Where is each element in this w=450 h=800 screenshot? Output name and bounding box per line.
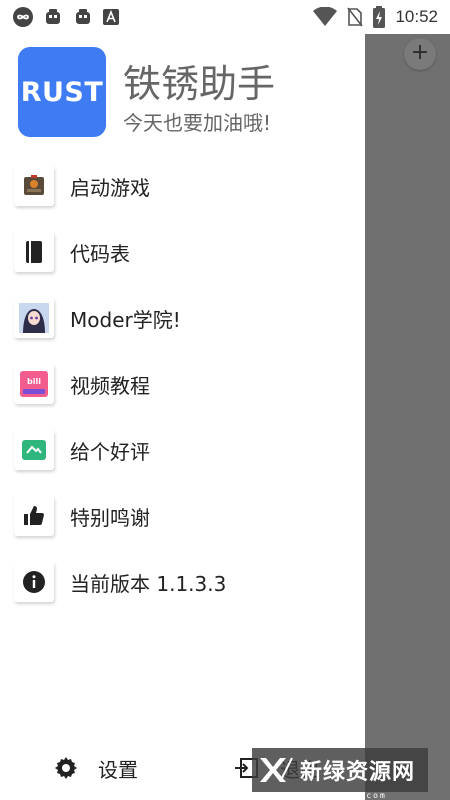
menu-item-label: 代码表 <box>70 241 130 266</box>
menu-item-label: Moder学院! <box>70 307 181 332</box>
svg-text:bili: bili <box>27 377 41 386</box>
menu-item-thanks[interactable]: 特别鸣谢 <box>0 488 365 544</box>
navigation-drawer: RUST 铁锈助手 今天也要加油哦! 启动游戏 代码表 Moder学院! bil… <box>0 34 365 800</box>
app-logo: RUST <box>18 47 106 137</box>
menu-item-label: 给个好评 <box>70 439 150 464</box>
battery-charging-icon <box>373 6 386 28</box>
menu-item-label: 当前版本 1.1.3.3 <box>70 571 227 596</box>
menu-item-moder-academy[interactable]: Moder学院! <box>0 290 365 346</box>
gear-icon <box>46 748 86 788</box>
info-icon <box>14 562 54 602</box>
anime-avatar-icon <box>14 298 54 338</box>
watermark-logo-icon <box>260 757 293 782</box>
menu-item-label: 特别鸣谢 <box>70 505 150 530</box>
menu-item-label: 视频教程 <box>70 373 150 398</box>
bug-icon <box>72 6 94 28</box>
menu-item-version[interactable]: 当前版本 1.1.3.3 <box>0 554 365 610</box>
clock: 10:52 <box>395 7 438 26</box>
menu-item-rate[interactable]: 给个好评 <box>0 422 365 478</box>
watermark-text: 新绿资源网 <box>300 760 416 785</box>
book-icon <box>14 232 54 272</box>
status-bar: 10:52 <box>0 0 450 34</box>
no-sim-icon <box>347 7 364 27</box>
settings-button[interactable]: 设置 <box>46 746 138 790</box>
rate-app-icon <box>14 430 54 470</box>
menu-item-launch-game[interactable]: 启动游戏 <box>0 158 365 214</box>
add-button[interactable]: + <box>404 38 436 70</box>
drawer-header: RUST 铁锈助手 今天也要加油哦! <box>18 47 358 137</box>
game-launch-icon <box>14 166 54 206</box>
thumbs-up-icon <box>14 496 54 536</box>
app-title: 铁锈助手 <box>123 62 276 106</box>
logo-text: RUST <box>20 76 104 108</box>
bilibili-icon: bili <box>14 364 54 404</box>
infinity-icon <box>12 6 34 28</box>
watermark: 新绿资源网 <box>252 748 428 792</box>
watermark-url: www.xlhs.com <box>305 791 387 800</box>
wifi-icon <box>313 7 338 27</box>
a-box-icon <box>102 8 120 26</box>
menu-item-video-tutorial[interactable]: bili 视频教程 <box>0 356 365 412</box>
menu-item-label: 启动游戏 <box>70 175 150 200</box>
bug-icon <box>42 6 64 28</box>
settings-label: 设置 <box>98 757 138 782</box>
drawer-scrim[interactable] <box>365 34 450 800</box>
app-subtitle: 今天也要加油哦! <box>123 111 272 135</box>
menu-item-code-table[interactable]: 代码表 <box>0 224 365 280</box>
